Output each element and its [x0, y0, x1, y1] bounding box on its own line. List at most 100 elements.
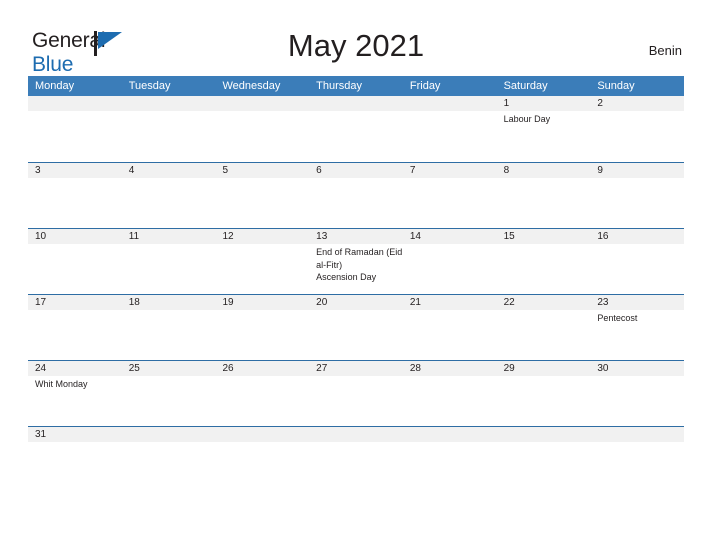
day-number: 16 — [597, 231, 609, 242]
week-date-strip: 10 11 12 13 14 15 16 — [28, 229, 684, 244]
day-cell[interactable]: 10 — [28, 229, 122, 244]
day-cell-empty — [403, 96, 497, 111]
day-events-cell — [122, 178, 216, 228]
day-cell[interactable]: 18 — [122, 295, 216, 310]
day-cell[interactable]: 13 — [309, 229, 403, 244]
day-cell[interactable]: 31 — [28, 427, 122, 442]
day-events-cell — [403, 111, 497, 161]
day-number: 24 — [35, 363, 47, 374]
day-events-cell — [28, 178, 122, 228]
day-cell[interactable]: 15 — [497, 229, 591, 244]
day-cell[interactable]: 25 — [122, 361, 216, 376]
day-cell[interactable]: 19 — [215, 295, 309, 310]
day-cell[interactable]: 1 — [497, 96, 591, 111]
day-cell[interactable]: 23 — [590, 295, 684, 310]
day-events-cell — [590, 244, 684, 294]
day-number: 26 — [222, 363, 234, 374]
week-date-strip: 3 4 5 6 7 8 9 — [28, 163, 684, 178]
day-number: 10 — [35, 231, 47, 242]
day-number: 21 — [409, 297, 421, 308]
day-cell[interactable]: 21 — [403, 295, 497, 310]
day-cell-empty — [497, 427, 591, 442]
day-cell[interactable]: 6 — [309, 163, 403, 178]
day-events-cell — [122, 111, 216, 161]
holiday-label: Whit Monday — [35, 379, 88, 389]
calendar-week-row: 17 18 19 20 21 22 23 Pentecost — [28, 294, 684, 360]
week-events-strip: Pentecost — [28, 310, 684, 360]
day-cell[interactable]: 28 — [403, 361, 497, 376]
day-cell[interactable]: 5 — [215, 163, 309, 178]
day-cell[interactable]: 26 — [215, 361, 309, 376]
day-events-cell: Pentecost — [590, 310, 684, 360]
day-events-cell — [215, 376, 309, 426]
day-number: 1 — [503, 98, 510, 109]
day-cell[interactable]: 9 — [590, 163, 684, 178]
day-events-cell: End of Ramadan (Eid al-Fitr) Ascension D… — [309, 244, 403, 294]
day-number: 31 — [35, 429, 47, 440]
day-cell[interactable]: 3 — [28, 163, 122, 178]
calendar-week-row: 1 2 Labour Day — [28, 96, 684, 162]
day-cell[interactable]: 14 — [403, 229, 497, 244]
day-events-cell — [28, 310, 122, 360]
day-number: 27 — [316, 363, 328, 374]
day-number: 25 — [128, 363, 140, 374]
day-events-cell — [122, 376, 216, 426]
weekday-header-sunday: Sunday — [597, 80, 635, 92]
day-events-cell — [590, 111, 684, 161]
day-events-cell: Whit Monday — [28, 376, 122, 426]
day-number: 29 — [503, 363, 515, 374]
week-date-strip: 31 — [28, 427, 684, 442]
day-events-cell — [122, 244, 216, 294]
day-events-cell — [122, 310, 216, 360]
day-events-cell — [590, 376, 684, 426]
day-events-cell — [403, 244, 497, 294]
day-number: 14 — [409, 231, 421, 242]
day-events-cell — [497, 244, 591, 294]
weekday-header-wednesday: Wednesday — [222, 80, 281, 92]
day-events-cell — [403, 310, 497, 360]
day-cell[interactable]: 20 — [309, 295, 403, 310]
week-date-strip: 12 — [28, 96, 684, 111]
day-cell-empty — [122, 96, 216, 111]
day-cell[interactable]: 11 — [122, 229, 216, 244]
calendar-grid: Monday Tuesday Wednesday Thursday Friday… — [28, 76, 684, 442]
day-cell[interactable]: 8 — [497, 163, 591, 178]
day-cell[interactable]: 17 — [28, 295, 122, 310]
day-cell[interactable]: 2 — [590, 96, 684, 111]
day-cell-empty — [122, 427, 216, 442]
day-cell[interactable]: 24 — [28, 361, 122, 376]
day-cell-empty — [309, 96, 403, 111]
day-events-cell — [497, 376, 591, 426]
day-number: 13 — [316, 231, 328, 242]
day-events-cell: Labour Day — [497, 111, 591, 161]
calendar-week-row: 3 4 5 6 7 8 9 — [28, 162, 684, 228]
day-cell[interactable]: 27 — [309, 361, 403, 376]
day-cell-empty — [403, 427, 497, 442]
day-events-cell — [309, 376, 403, 426]
day-number: 28 — [409, 363, 421, 374]
day-number: 7 — [409, 165, 416, 176]
day-number: 4 — [128, 165, 135, 176]
day-number: 18 — [128, 297, 140, 308]
day-number: 22 — [503, 297, 515, 308]
day-cell[interactable]: 29 — [497, 361, 591, 376]
week-events-strip — [28, 178, 684, 228]
day-number: 9 — [597, 165, 603, 176]
day-cell[interactable]: 16 — [590, 229, 684, 244]
day-events-cell — [28, 244, 122, 294]
day-events-cell — [215, 178, 309, 228]
day-cell[interactable]: 30 — [590, 361, 684, 376]
day-cell[interactable]: 22 — [497, 295, 591, 310]
weekday-header-row: Monday Tuesday Wednesday Thursday Friday… — [28, 76, 684, 96]
calendar-week-row: 10 11 12 13 14 15 16 End of Ramadan (Eid al-Fit… — [28, 228, 684, 294]
day-number: 12 — [222, 231, 234, 242]
day-cell-empty — [590, 427, 684, 442]
calendar-week-row: 24 25 26 27 28 29 30 Whit Monday — [28, 360, 684, 426]
day-cell[interactable]: 4 — [122, 163, 216, 178]
week-events-strip: End of Ramadan (Eid al-Fitr) Ascension D… — [28, 244, 684, 294]
day-cell[interactable]: 7 — [403, 163, 497, 178]
weekday-header-saturday: Saturday — [503, 80, 548, 92]
week-events-strip: Whit Monday — [28, 376, 684, 426]
day-number: 6 — [316, 165, 322, 176]
day-cell[interactable]: 12 — [215, 229, 309, 244]
